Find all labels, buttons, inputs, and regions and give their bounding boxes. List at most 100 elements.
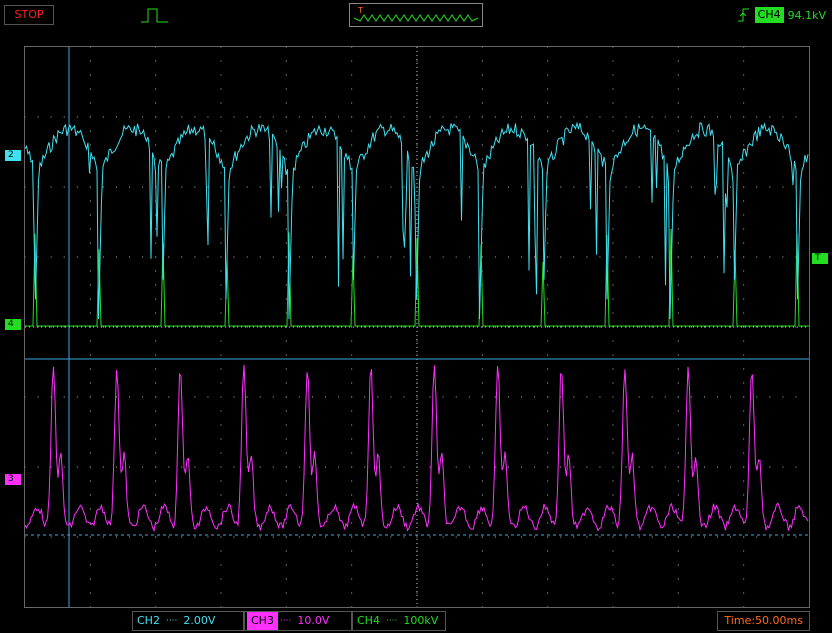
grid-dot [181, 536, 183, 538]
grid-dot [494, 186, 496, 188]
grid-dot [285, 438, 287, 440]
grid-dot [769, 466, 771, 468]
grid-dot [756, 396, 758, 398]
grid-dot [246, 116, 248, 118]
trigger-info[interactable]: CH4 94.1kV [737, 6, 826, 24]
grid-dot [220, 452, 222, 454]
grid-dot [481, 550, 483, 552]
grid-dot [285, 480, 287, 482]
grid-dot [677, 256, 679, 258]
grid-dot [220, 74, 222, 76]
scope-screen[interactable] [24, 46, 810, 608]
grid-dot [612, 466, 614, 468]
grid-dot [743, 368, 745, 370]
trigger-level-marker[interactable]: T [812, 253, 828, 264]
grid-dot [677, 466, 679, 468]
grid-dot [285, 452, 287, 454]
grid-dot [24, 396, 26, 398]
grid-dot [181, 256, 183, 258]
grid-dot [651, 396, 653, 398]
grid-dot [24, 186, 26, 188]
rising-edge-icon [737, 8, 749, 22]
grid-dot [220, 410, 222, 412]
grid-dot [89, 256, 91, 258]
grid-dot [599, 466, 601, 468]
grid-dot [63, 536, 65, 538]
ch4-marker[interactable]: 4 [5, 319, 21, 330]
pulse-trigger-icon[interactable] [140, 6, 170, 24]
grid-dot [403, 116, 405, 118]
grid-dot [677, 312, 679, 314]
grid-dot [455, 186, 457, 188]
grid-dot [285, 144, 287, 146]
grid-dot [481, 480, 483, 482]
grid-dot [547, 200, 549, 202]
grid-dot [220, 466, 222, 468]
grid-dot [220, 354, 222, 356]
grid-dot [89, 214, 91, 216]
grid-dot [743, 508, 745, 510]
grid-dot [468, 466, 470, 468]
grid-dot [311, 116, 313, 118]
grid-dot [351, 536, 353, 538]
grid-dot [638, 186, 640, 188]
timebase-readout[interactable]: Time:50.00ms [717, 611, 810, 631]
grid-dot [743, 536, 745, 538]
grid-dot [625, 186, 627, 188]
grid-dot [795, 536, 797, 538]
ch3-setting[interactable]: CH3 ···· 10.0V [244, 611, 352, 631]
grid-dot [703, 186, 705, 188]
grid-dot [547, 242, 549, 244]
grid-dot [703, 536, 705, 538]
grid-dot [403, 396, 405, 398]
grid-dot [390, 536, 392, 538]
ch2-setting[interactable]: CH2 ···· 2.00V [132, 611, 244, 631]
grid-dot [168, 116, 170, 118]
grid-dot [638, 326, 640, 328]
grid-dot [416, 424, 418, 426]
grid-dot [285, 592, 287, 594]
grid-dot [677, 550, 679, 552]
grid-dot [481, 396, 483, 398]
ch4-setting[interactable]: CH4 ···· 100kV [352, 611, 446, 631]
grid-dot [547, 116, 549, 118]
grid-dot [429, 396, 431, 398]
grid-dot [272, 466, 274, 468]
grid-dot [703, 256, 705, 258]
grid-dot [89, 186, 91, 188]
grid-dot [207, 326, 209, 328]
grid-dot [89, 382, 91, 384]
grid-dot [246, 466, 248, 468]
waveform-preview[interactable]: T [349, 3, 483, 27]
grid-dot [677, 130, 679, 132]
grid-dot [298, 326, 300, 328]
grid-dot [481, 536, 483, 538]
grid-dot [560, 186, 562, 188]
ch2-marker[interactable]: 2 [5, 150, 21, 161]
grid-dot [534, 536, 536, 538]
grid-dot [285, 130, 287, 132]
grid-dot [298, 396, 300, 398]
ch3-marker[interactable]: 3 [5, 474, 21, 485]
grid-dot [115, 116, 117, 118]
grid-dot [181, 466, 183, 468]
grid-dot [220, 144, 222, 146]
grid-dot [677, 438, 679, 440]
run-stop-button[interactable]: STOP [4, 5, 54, 25]
grid-dot [677, 46, 679, 48]
grid-dot [599, 536, 601, 538]
grid-dot [651, 116, 653, 118]
grid-dot [63, 256, 65, 258]
grid-dot [285, 508, 287, 510]
grid-dot [325, 186, 327, 188]
grid-dot [677, 452, 679, 454]
grid-dot [351, 88, 353, 90]
grid-dot [547, 46, 549, 48]
grid-dot [285, 410, 287, 412]
grid-dot [233, 186, 235, 188]
grid-dot [547, 74, 549, 76]
grid-dot [155, 46, 157, 48]
grid-dot [220, 340, 222, 342]
grid-dot [194, 186, 196, 188]
grid-dot [612, 298, 614, 300]
